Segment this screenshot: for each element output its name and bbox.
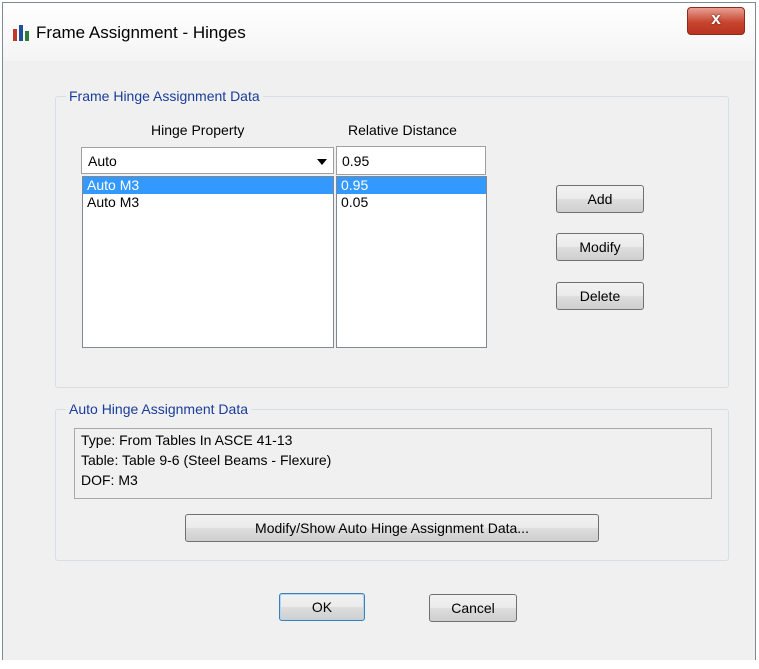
title-bar: Frame Assignment - Hinges x bbox=[3, 3, 755, 62]
modify-show-auto-hinge-button[interactable]: Modify/Show Auto Hinge Assignment Data..… bbox=[185, 514, 599, 542]
relative-distance-value: 0.95 bbox=[342, 153, 370, 169]
add-button[interactable]: Add bbox=[556, 185, 644, 213]
cancel-button[interactable]: Cancel bbox=[429, 594, 517, 622]
hinge-property-list[interactable]: Auto M3 Auto M3 bbox=[82, 176, 334, 348]
window-title: Frame Assignment - Hinges bbox=[36, 23, 246, 42]
frame-hinge-group-title: Frame Hinge Assignment Data bbox=[66, 88, 263, 104]
hinge-property-dropdown[interactable]: Auto bbox=[81, 147, 334, 174]
ok-button[interactable]: OK bbox=[279, 593, 365, 621]
hinge-property-value: Auto bbox=[88, 153, 117, 169]
modify-button[interactable]: Modify bbox=[556, 233, 644, 261]
frame-assignment-dialog: Frame Assignment - Hinges x Frame Hinge … bbox=[2, 2, 756, 662]
list-item[interactable]: 0.95 bbox=[337, 177, 486, 194]
close-icon: x bbox=[711, 9, 721, 28]
relative-distance-input[interactable]: 0.95 bbox=[336, 146, 486, 175]
auto-hinge-info-box: Type: From Tables In ASCE 41-13 Table: T… bbox=[74, 428, 712, 499]
relative-distance-header: Relative Distance bbox=[348, 122, 457, 138]
close-button[interactable]: x bbox=[687, 7, 745, 35]
delete-button[interactable]: Delete bbox=[556, 282, 644, 310]
background-strip bbox=[0, 660, 759, 669]
list-item[interactable]: 0.05 bbox=[337, 194, 486, 211]
hinge-property-header: Hinge Property bbox=[151, 122, 245, 138]
hinge-table-text: Table: Table 9-6 (Steel Beams - Flexure) bbox=[81, 452, 332, 468]
list-item[interactable]: Auto M3 bbox=[83, 194, 333, 211]
hinge-dof-text: DOF: M3 bbox=[81, 472, 138, 488]
relative-distance-list[interactable]: 0.95 0.05 bbox=[336, 176, 487, 348]
list-item[interactable]: Auto M3 bbox=[83, 177, 333, 194]
auto-hinge-group-title: Auto Hinge Assignment Data bbox=[66, 401, 251, 417]
app-icon bbox=[13, 25, 29, 41]
chevron-down-icon bbox=[317, 159, 327, 165]
hinge-type-text: Type: From Tables In ASCE 41-13 bbox=[81, 432, 293, 448]
